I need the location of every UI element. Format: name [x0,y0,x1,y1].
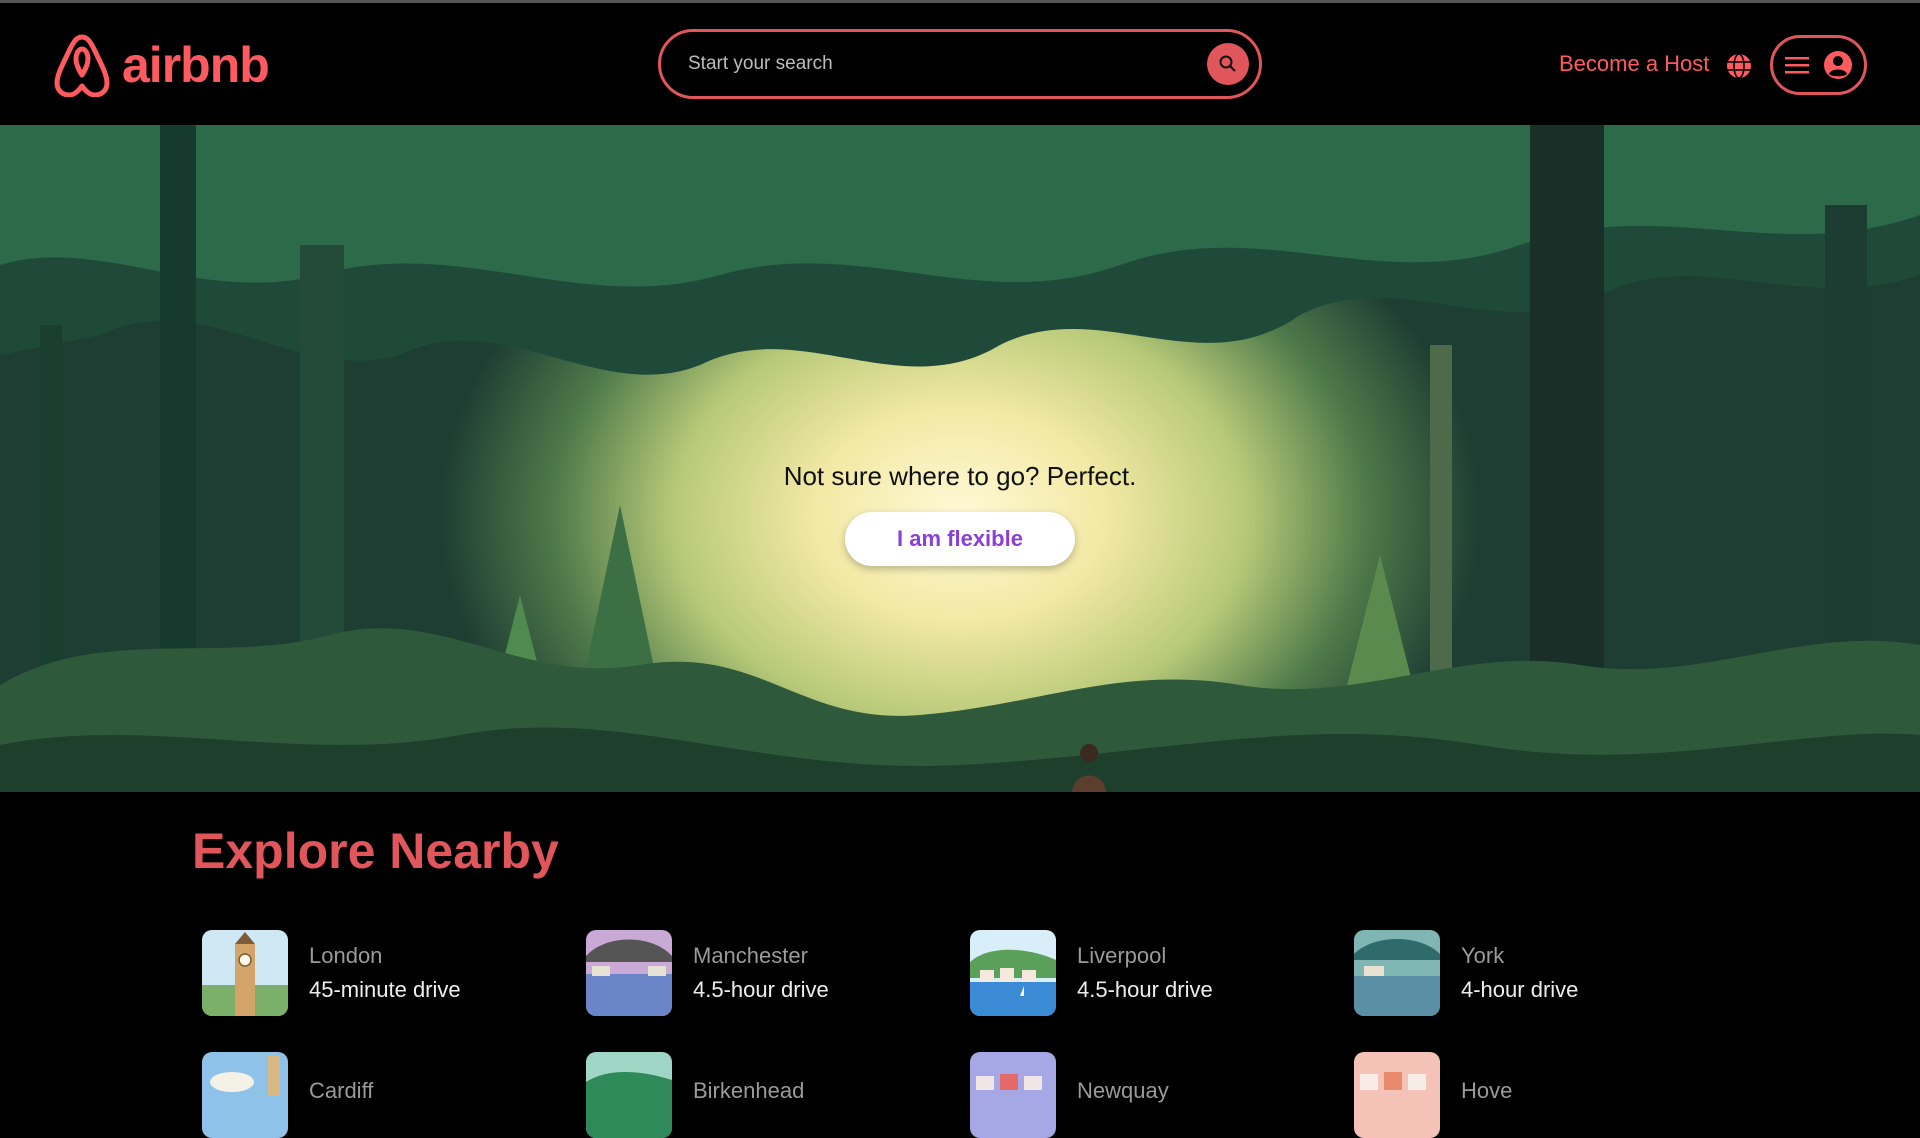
globe-icon[interactable] [1724,51,1754,81]
destination-thumbnail-manchester [586,930,672,1016]
destination-card[interactable]: Birkenhead [586,1052,804,1138]
top-navigation-bar: airbnb Start your search Become a Host [0,3,1920,125]
destination-card[interactable]: Newquay [970,1052,1169,1138]
destination-drive-time: 4-hour drive [1461,977,1579,1002]
destination-city: London [309,943,383,968]
forest-illustration [0,125,1920,792]
search-bar[interactable]: Start your search [658,29,1262,99]
destination-drive-time: 4.5-hour drive [1077,977,1213,1002]
hamburger-menu-icon [1784,57,1809,74]
destination-thumbnail-york [1354,930,1440,1016]
destination-city: Cardiff [309,1078,374,1103]
destination-card[interactable]: London 45-minute drive [202,930,461,1016]
become-a-host-link[interactable]: Become a Host [1559,51,1709,77]
destination-city: Newquay [1077,1078,1169,1103]
destination-city: Birkenhead [693,1078,805,1103]
destination-card[interactable]: Hove [1354,1052,1512,1138]
destination-thumbnail-birkenhead [586,1052,672,1138]
destination-card[interactable]: Cardiff [202,1052,373,1138]
destination-city: York [1461,943,1505,968]
destination-thumbnail-london [202,930,288,1016]
search-placeholder: Start your search [688,53,833,74]
user-menu-button[interactable] [1770,35,1867,95]
destination-thumbnail-liverpool [970,930,1056,1016]
airbnb-logo-icon [54,34,110,97]
logo-wordmark: airbnb [122,37,270,93]
destination-thumbnail-newquay [970,1052,1056,1138]
destination-card[interactable]: Liverpool 4.5-hour drive [970,930,1213,1016]
destination-city: Hove [1461,1078,1513,1103]
user-avatar-icon [1823,51,1852,79]
airbnb-logo[interactable]: airbnb [52,33,270,97]
destination-city: Liverpool [1077,943,1167,968]
i-am-flexible-button[interactable]: I am flexible [845,512,1075,566]
destination-city: Manchester [693,943,808,968]
hero-banner: Not sure where to go? Perfect. I am flex… [0,125,1920,792]
explore-nearby-heading: Explore Nearby [192,823,559,879]
destination-card[interactable]: York 4-hour drive [1354,930,1578,1016]
destination-drive-time: 4.5-hour drive [693,977,829,1002]
destination-thumbnail-hove [1354,1052,1440,1138]
destination-thumbnail-cardiff [202,1052,288,1138]
hero-tagline: Not sure where to go? Perfect. [783,461,1137,491]
search-button[interactable] [1207,43,1249,85]
search-icon [1219,55,1236,72]
destination-card[interactable]: Manchester 4.5-hour drive [586,930,829,1016]
destination-drive-time: 45-minute drive [309,977,461,1002]
